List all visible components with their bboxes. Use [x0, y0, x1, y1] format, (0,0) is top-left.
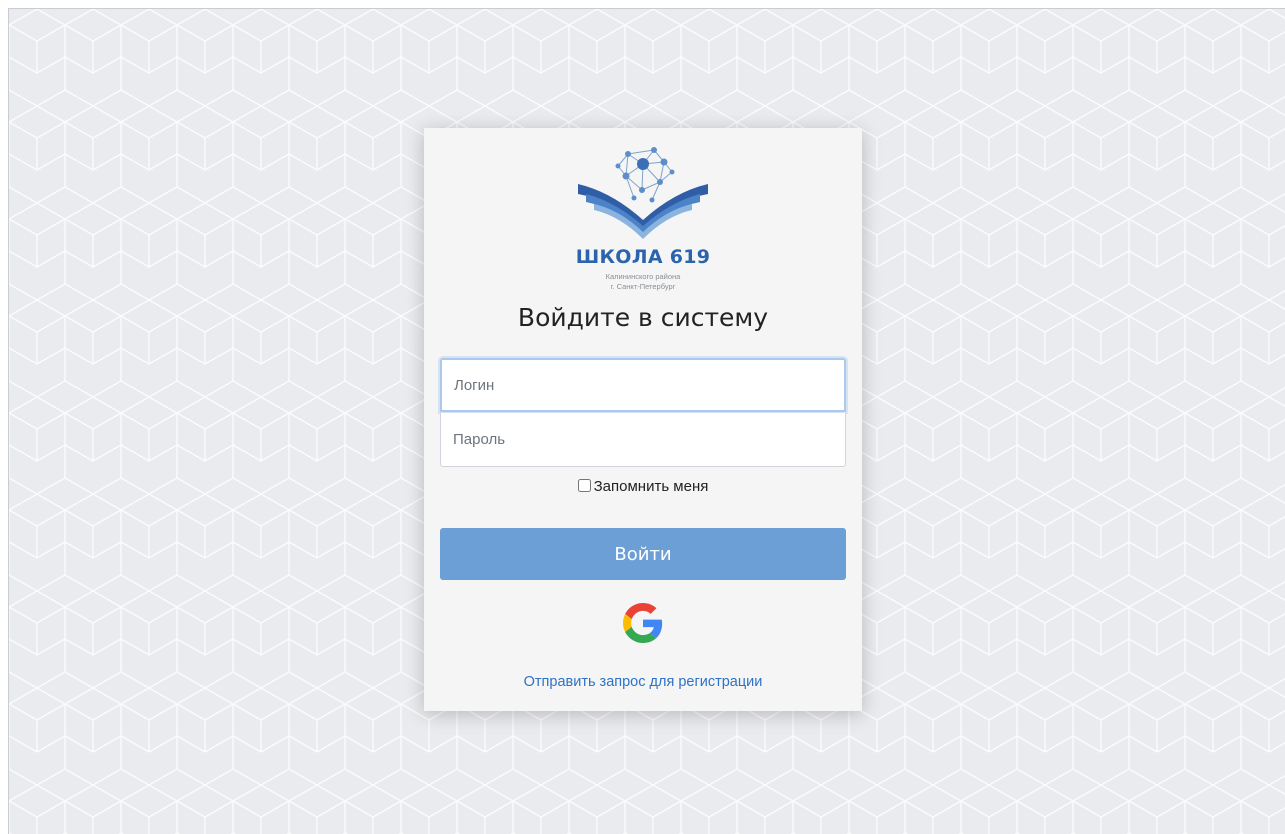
logo-subtitle-district: Калининского района — [605, 272, 681, 281]
login-input[interactable] — [440, 358, 846, 412]
book-network-icon — [578, 147, 708, 239]
logo-title: ШКОЛА 619 — [575, 246, 711, 268]
registration-request-link[interactable]: Отправить запрос для регистрации — [424, 674, 862, 690]
remember-me-label: Запомнить меня — [593, 478, 709, 495]
login-button[interactable]: Войти — [440, 528, 846, 580]
logo-subtitle-city: г. Санкт-Петербург — [610, 282, 676, 291]
page-title: Войдите в систему — [517, 303, 769, 332]
password-input[interactable] — [440, 413, 846, 467]
login-card: ШКОЛА 619 Калининского района г. Санкт-П… — [424, 128, 862, 711]
google-icon — [623, 603, 663, 643]
google-login-button[interactable] — [623, 603, 663, 643]
remember-me-checkbox[interactable] — [577, 479, 591, 492]
remember-me[interactable]: Запомнить меня — [424, 478, 862, 495]
school-logo: ШКОЛА 619 Калининского района г. Санкт-П… — [572, 142, 714, 292]
